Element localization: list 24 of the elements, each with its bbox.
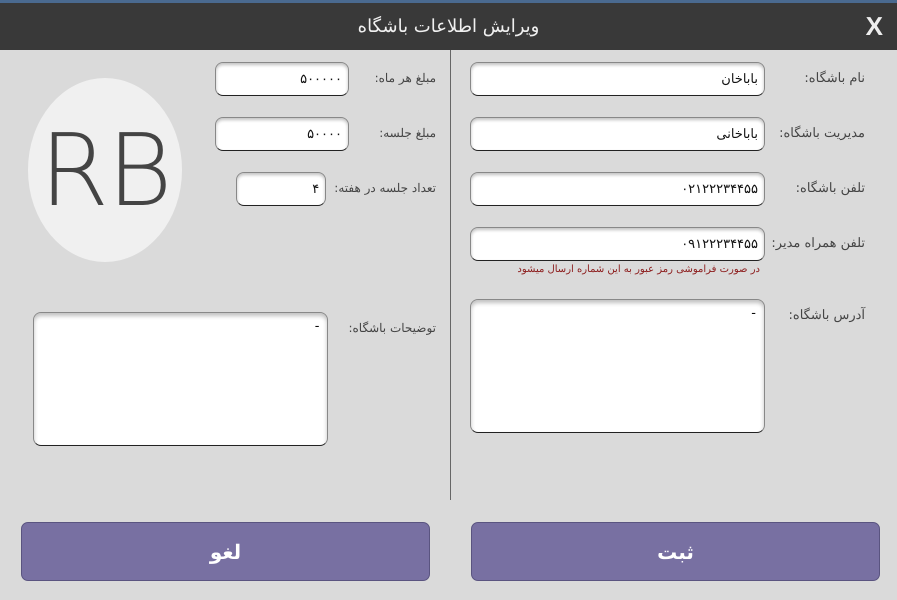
input-field[interactable]: ۴ [236,172,326,206]
field-label: نام باشگاه: [803,70,866,86]
field-label: توضیحات باشگاه: [348,320,436,337]
field-label: تلفن باشگاه: [794,180,866,196]
close-button[interactable]: X [864,11,885,42]
input-field[interactable]: باباخان [470,62,765,96]
save-button[interactable]: ثبت [471,522,880,581]
input-field[interactable]: ۵۰۰۰۰ [215,117,349,151]
field-label: مبلغ هر ماه: [374,70,436,85]
window-title: ویرایش اطلاعات باشگاه [358,16,540,37]
field-label: مدیریت باشگاه: [778,124,866,141]
address-field[interactable]: - [470,299,765,433]
field-label: تلفن همراه مدیر: [770,235,866,251]
field-label: آدرس باشگاه: [788,306,866,323]
avatar: RB [28,78,182,262]
input-field[interactable]: ۰۲۱۲۲۲۳۴۴۵۵ [470,172,765,206]
input-field[interactable]: ۰۹۱۲۲۲۳۴۴۵۵ [470,227,765,261]
field-label: تعداد جلسه در هفته: [333,180,436,195]
field-label: مبلغ جلسه: [378,125,436,140]
cancel-button[interactable]: لغو [21,522,430,581]
input-field[interactable]: ۵۰۰۰۰۰ [215,62,349,96]
input-field[interactable]: باباخانی [470,117,765,151]
hint-text: در صورت فراموشی رمز عبور به این شماره ارسال میشود [517,264,760,277]
description-field[interactable]: - [33,312,328,446]
